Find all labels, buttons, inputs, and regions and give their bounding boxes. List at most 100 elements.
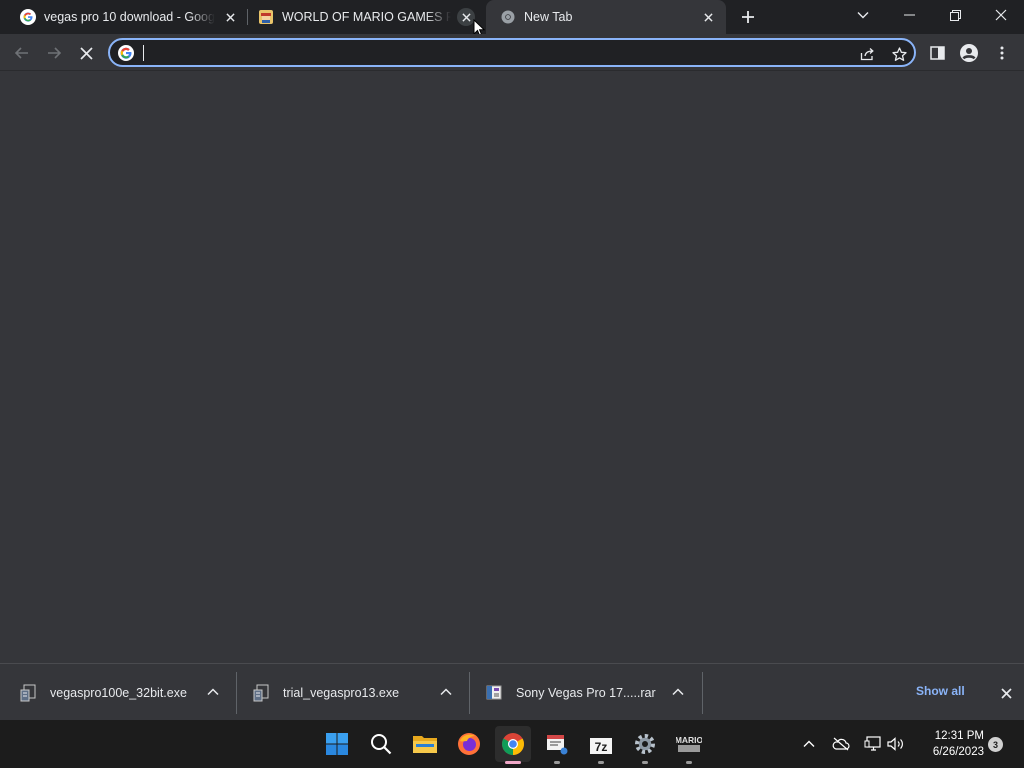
arrow-right-icon — [48, 47, 62, 59]
video-editor-icon — [547, 735, 568, 755]
close-icon — [79, 46, 93, 60]
tab-search-button[interactable] — [840, 0, 886, 30]
share-button[interactable] — [856, 43, 878, 65]
7zip-icon-label: 7z — [595, 740, 608, 754]
video-editor-button[interactable] — [539, 726, 575, 764]
more-vertical-icon — [1000, 46, 1004, 60]
bookmark-button[interactable] — [888, 43, 910, 65]
running-indicator — [642, 761, 648, 764]
download-item[interactable]: Sony Vegas Pro 17.....rar — [486, 664, 698, 721]
installer-icon — [20, 684, 36, 701]
search-icon — [371, 734, 392, 755]
download-filename: vegaspro100e_32bit.exe — [50, 685, 187, 700]
close-download-shelf-button[interactable] — [997, 684, 1015, 702]
running-indicator — [686, 761, 692, 764]
google-g-icon — [20, 9, 36, 25]
side-panel-icon — [929, 46, 945, 60]
restore-button[interactable] — [932, 0, 978, 30]
restore-icon — [949, 9, 961, 21]
chevron-up-icon — [803, 740, 815, 747]
mario-forever-icon: MARIO — [676, 735, 702, 752]
close-icon — [1000, 687, 1012, 699]
tab-title: WORLD OF MARIO GAMES FOREVER — [282, 10, 451, 24]
arrow-left-icon — [14, 47, 28, 59]
tab-close-icon[interactable] — [699, 8, 717, 26]
tab-google-search[interactable]: vegas pro 10 download - Google Search — [0, 0, 248, 34]
download-separator — [469, 672, 470, 714]
firefox-icon — [458, 733, 480, 755]
clock-time: 12:31 PM — [934, 730, 984, 742]
speaker-icon — [887, 737, 903, 751]
archive-icon — [486, 685, 502, 699]
tab-close-icon[interactable] — [221, 8, 239, 26]
forward-button[interactable] — [40, 39, 68, 67]
page-content-blank — [0, 71, 1024, 663]
mario-icon-label: MARIO — [676, 735, 702, 745]
google-g-icon — [118, 45, 134, 61]
chevron-up-icon[interactable] — [671, 685, 685, 699]
download-separator — [702, 672, 703, 714]
file-explorer-button[interactable] — [407, 726, 443, 762]
onedrive-button[interactable] — [831, 734, 851, 754]
windows-start-icon — [326, 733, 348, 755]
7zip-icon: 7z — [590, 734, 612, 754]
installer-icon — [253, 684, 269, 701]
running-indicator — [505, 761, 521, 764]
tab-title: New Tab — [524, 10, 573, 24]
minimize-button[interactable] — [886, 0, 932, 30]
taskbar-search-button[interactable] — [363, 726, 399, 762]
share-icon — [860, 48, 874, 61]
download-filename: trial_vegaspro13.exe — [283, 685, 400, 700]
clock-date: 6/26/2023 — [932, 746, 984, 758]
chevron-up-icon[interactable] — [206, 685, 220, 699]
download-separator — [236, 672, 237, 714]
windows-taskbar: 7z MARIO 12:31 PM 6/26/2023 3 — [0, 720, 1024, 768]
running-indicator — [554, 761, 560, 764]
7zip-button[interactable]: 7z — [583, 726, 619, 764]
side-panel-button[interactable] — [923, 39, 951, 67]
minimize-icon — [903, 14, 915, 16]
browser-toolbar — [0, 34, 1024, 71]
profile-button[interactable] — [955, 39, 983, 67]
notification-count-badge[interactable]: 3 — [988, 737, 1003, 752]
settings-icon — [635, 734, 655, 754]
new-tab-button[interactable] — [736, 5, 760, 29]
omnibox-input[interactable] — [140, 43, 840, 62]
address-bar[interactable] — [108, 38, 916, 67]
network-button[interactable] — [863, 734, 883, 754]
download-shelf: vegaspro100e_32bit.exe trial_vegaspro13.… — [0, 663, 1024, 720]
start-button[interactable] — [319, 726, 355, 762]
chevron-down-icon — [857, 12, 869, 19]
tab-mario-games[interactable]: WORLD OF MARIO GAMES FOREVER — [238, 0, 484, 34]
network-icon — [864, 736, 881, 751]
show-hidden-icons-button[interactable] — [799, 734, 819, 754]
text-caret — [143, 45, 144, 61]
download-item[interactable]: vegaspro100e_32bit.exe — [20, 664, 232, 721]
download-filename: Sony Vegas Pro 17.....rar — [516, 685, 656, 700]
volume-button[interactable] — [886, 734, 906, 754]
tab-title: vegas pro 10 download - Google Search — [44, 10, 215, 24]
settings-button[interactable] — [627, 726, 663, 764]
taskbar-clock[interactable]: 12:31 PM 6/26/2023 — [912, 728, 984, 760]
back-button[interactable] — [8, 39, 36, 67]
chevron-up-icon[interactable] — [439, 685, 453, 699]
chrome-newtab-icon — [501, 10, 515, 24]
running-indicator — [598, 761, 604, 764]
chrome-taskbar-button[interactable] — [495, 726, 531, 764]
plus-icon — [742, 11, 754, 23]
tab-strip: vegas pro 10 download - Google Search WO… — [0, 0, 1024, 38]
download-item[interactable]: trial_vegaspro13.exe — [253, 664, 465, 721]
show-all-downloads-link[interactable]: Show all — [916, 684, 965, 698]
mario-game-favicon — [259, 10, 273, 24]
stop-loading-button[interactable] — [72, 39, 100, 67]
chrome-icon — [502, 733, 524, 755]
close-window-button[interactable] — [978, 0, 1024, 30]
profile-icon — [960, 44, 978, 62]
mario-forever-button[interactable]: MARIO — [671, 726, 707, 764]
tab-new-tab-active[interactable]: New Tab — [486, 0, 726, 34]
star-icon — [891, 46, 907, 61]
cloud-offline-icon — [832, 737, 850, 751]
close-icon — [995, 9, 1007, 21]
firefox-button[interactable] — [451, 726, 487, 762]
chrome-menu-button[interactable] — [988, 39, 1016, 67]
